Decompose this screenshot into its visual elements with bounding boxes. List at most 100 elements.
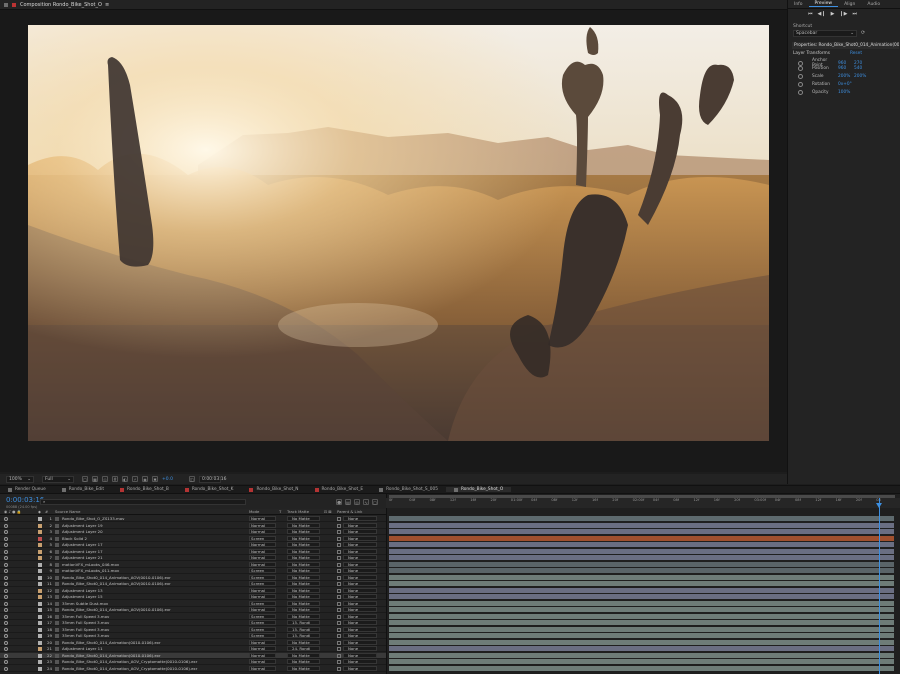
parent-pickwhip-icon[interactable]: [337, 530, 341, 534]
visibility-eye-icon[interactable]: [4, 634, 8, 638]
layer-source-name[interactable]: Adjustment Layer 15: [62, 594, 246, 600]
layer-source-name[interactable]: Rondo_Bike_Shot0_014_Animation_AOV(0010-…: [62, 575, 246, 581]
layer-row[interactable]: 1 Rondo_Bike_Shot_O_ZS133.mov Normal No Mat…: [0, 516, 386, 522]
label-color-swatch[interactable]: [38, 543, 42, 547]
next-frame-icon[interactable]: ❙▶: [839, 11, 847, 17]
exposure-value[interactable]: +0.0: [162, 477, 173, 482]
layer-source-name[interactable]: 35mm Full Speed 3.mov: [62, 627, 246, 633]
track-matte-dropdown[interactable]: No Matte: [287, 555, 320, 560]
stopwatch-icon[interactable]: [798, 90, 803, 95]
composition-frame[interactable]: [28, 25, 769, 441]
visibility-eye-icon[interactable]: [4, 569, 8, 573]
visibility-eye-icon[interactable]: [4, 582, 8, 586]
parent-dropdown[interactable]: None: [343, 529, 377, 534]
layer-row[interactable]: 6 Adjustment Layer 17 Normal No Matte None: [0, 548, 386, 555]
parent-pickwhip-icon[interactable]: [337, 627, 341, 632]
timeline-tab[interactable]: Rondo_Bike_Shot_O: [445, 487, 512, 492]
blend-mode-dropdown[interactable]: Screen: [249, 581, 276, 586]
layer-source-name[interactable]: Rondo_Bike_Shot0_014_Animation_AOV_Crypt…: [62, 666, 246, 672]
track-matte-dropdown[interactable]: No Matte: [287, 594, 320, 599]
transparency-grid-icon[interactable]: ▦: [92, 476, 98, 482]
blend-mode-dropdown[interactable]: Normal: [249, 607, 276, 612]
layer-source-name[interactable]: Rondo_Bike_Shot0_014_Animation_AOV(0010-…: [62, 581, 246, 587]
timeline-tab[interactable]: Render Queue: [0, 487, 54, 492]
timeline-tab[interactable]: Rondo_Bike_Edit: [54, 487, 112, 492]
label-color-swatch[interactable]: [38, 634, 42, 638]
parent-dropdown[interactable]: None: [343, 652, 377, 658]
layer-source-name[interactable]: Rondo_Bike_Shot0_014_Animation(0010-0106…: [62, 640, 246, 646]
parent-dropdown[interactable]: None: [343, 646, 377, 651]
visibility-eye-icon[interactable]: [4, 562, 8, 567]
layer-row[interactable]: 2 Adjustment Layer 19 Normal No Matte None: [0, 522, 386, 529]
layer-source-name[interactable]: motionVFX_mLooks_011.mov: [62, 568, 246, 574]
track-matte-dropdown[interactable]: No Matte: [287, 542, 320, 547]
layer-row[interactable]: 20 Rondo_Bike_Shot0_014_Animation(0010-01…: [0, 639, 386, 646]
parent-dropdown[interactable]: None: [343, 587, 377, 593]
label-color-swatch[interactable]: [38, 601, 42, 606]
parent-pickwhip-icon[interactable]: [337, 653, 341, 658]
visibility-eye-icon[interactable]: [4, 660, 8, 664]
track-matte-dropdown[interactable]: No Matte: [287, 639, 320, 645]
layer-row[interactable]: 14 35mm Subtle Dust.mov Screen No Matte None: [0, 600, 386, 607]
shortcut-dropdown[interactable]: Spacebar ⌄: [793, 30, 857, 37]
layer-row[interactable]: 5 Adjustment Layer 17 Normal No Matte None: [0, 542, 386, 548]
layer-row[interactable]: 19 35mm Full Speed 3.mov Screen 15. Rondi No…: [0, 633, 386, 639]
blend-mode-dropdown[interactable]: Normal: [249, 659, 276, 664]
stopwatch-icon[interactable]: [798, 74, 803, 79]
layer-source-name[interactable]: Adjustment Layer 21: [62, 555, 246, 561]
label-color-swatch[interactable]: [38, 653, 42, 658]
parent-pickwhip-icon[interactable]: [337, 601, 341, 606]
blend-mode-dropdown[interactable]: Normal: [249, 555, 276, 560]
camera-icon[interactable]: ◫: [188, 476, 195, 482]
tab-preview[interactable]: Preview: [808, 1, 839, 7]
comp-flowchart-icon[interactable]: ▢: [372, 499, 378, 505]
visibility-eye-icon[interactable]: [4, 588, 8, 593]
current-time-indicator[interactable]: [879, 498, 880, 674]
reset-transforms-link[interactable]: Reset: [850, 51, 862, 56]
parent-pickwhip-icon[interactable]: [337, 666, 341, 671]
parent-pickwhip-icon[interactable]: [337, 588, 341, 593]
blend-mode-dropdown[interactable]: Screen: [249, 535, 276, 541]
timeline-current-time[interactable]: 0:00:03:16: [6, 496, 44, 504]
layer-source-name[interactable]: Rondo_Bike_Shot0_014_Animation(0010-0106…: [62, 653, 246, 659]
blend-mode-dropdown[interactable]: Normal: [249, 665, 276, 671]
snapshot-icon[interactable]: ◉: [142, 476, 148, 482]
parent-dropdown[interactable]: None: [343, 600, 377, 606]
label-color-swatch[interactable]: [38, 588, 42, 593]
visibility-eye-icon[interactable]: [4, 517, 8, 521]
timeline-tab[interactable]: Rondo_Bike_Shot_N: [241, 487, 306, 492]
parent-pickwhip-icon[interactable]: [337, 595, 341, 599]
layer-source-name[interactable]: Rondo_Bike_Shot0_014_Animation_AOV_Crypt…: [62, 659, 246, 665]
region-of-interest-icon[interactable]: ▢: [82, 476, 88, 482]
track-matte-header[interactable]: Track Matte: [287, 509, 309, 514]
parent-dropdown[interactable]: None: [343, 607, 377, 612]
panel-menu-icon[interactable]: [4, 2, 8, 7]
source-name-header[interactable]: Source Name: [55, 509, 80, 514]
parent-dropdown[interactable]: None: [343, 633, 377, 638]
tab-align[interactable]: Align: [838, 2, 861, 7]
layer-source-name[interactable]: Adjustment Layer 20: [62, 529, 246, 535]
track-matte-dropdown[interactable]: No Matte: [287, 665, 320, 671]
track-matte-dropdown[interactable]: No Matte: [287, 581, 320, 586]
layer-source-name[interactable]: Adjustment Layer 19: [62, 523, 246, 529]
parent-pickwhip-icon[interactable]: [337, 634, 341, 638]
mode-header[interactable]: Mode: [249, 509, 259, 514]
timeline-graph-area[interactable]: [386, 494, 900, 674]
visibility-eye-icon[interactable]: [4, 575, 8, 580]
layer-source-name[interactable]: 35mm Subtle Dust.mov: [62, 601, 246, 607]
previous-frame-icon[interactable]: ◀❙: [818, 11, 826, 17]
layer-row[interactable]: 18 35mm Full Speed 3.mov Screen 15. Rondi No…: [0, 626, 386, 633]
label-color-swatch[interactable]: [38, 666, 42, 671]
mask-visibility-icon[interactable]: ◇: [102, 476, 108, 482]
label-color-swatch[interactable]: [38, 608, 42, 612]
layer-row[interactable]: 17 35mm Full Speed 3.mov Screen 15. Rondi No…: [0, 620, 386, 626]
parent-dropdown[interactable]: None: [343, 639, 377, 645]
timeline-tab[interactable]: Rondo_Bike_Shot_S_005: [371, 487, 446, 492]
shy-icon[interactable]: ☻: [336, 499, 342, 505]
last-frame-icon[interactable]: ⏭: [852, 11, 857, 17]
label-color-swatch[interactable]: [38, 595, 42, 599]
visibility-eye-icon[interactable]: [4, 666, 8, 671]
blend-mode-dropdown[interactable]: Normal: [249, 594, 276, 599]
layer-source-name[interactable]: 35mm Full Speed 3.mov: [62, 633, 246, 639]
layer-row[interactable]: 23 Rondo_Bike_Shot0_014_Animation_AOV_Cry…: [0, 659, 386, 665]
